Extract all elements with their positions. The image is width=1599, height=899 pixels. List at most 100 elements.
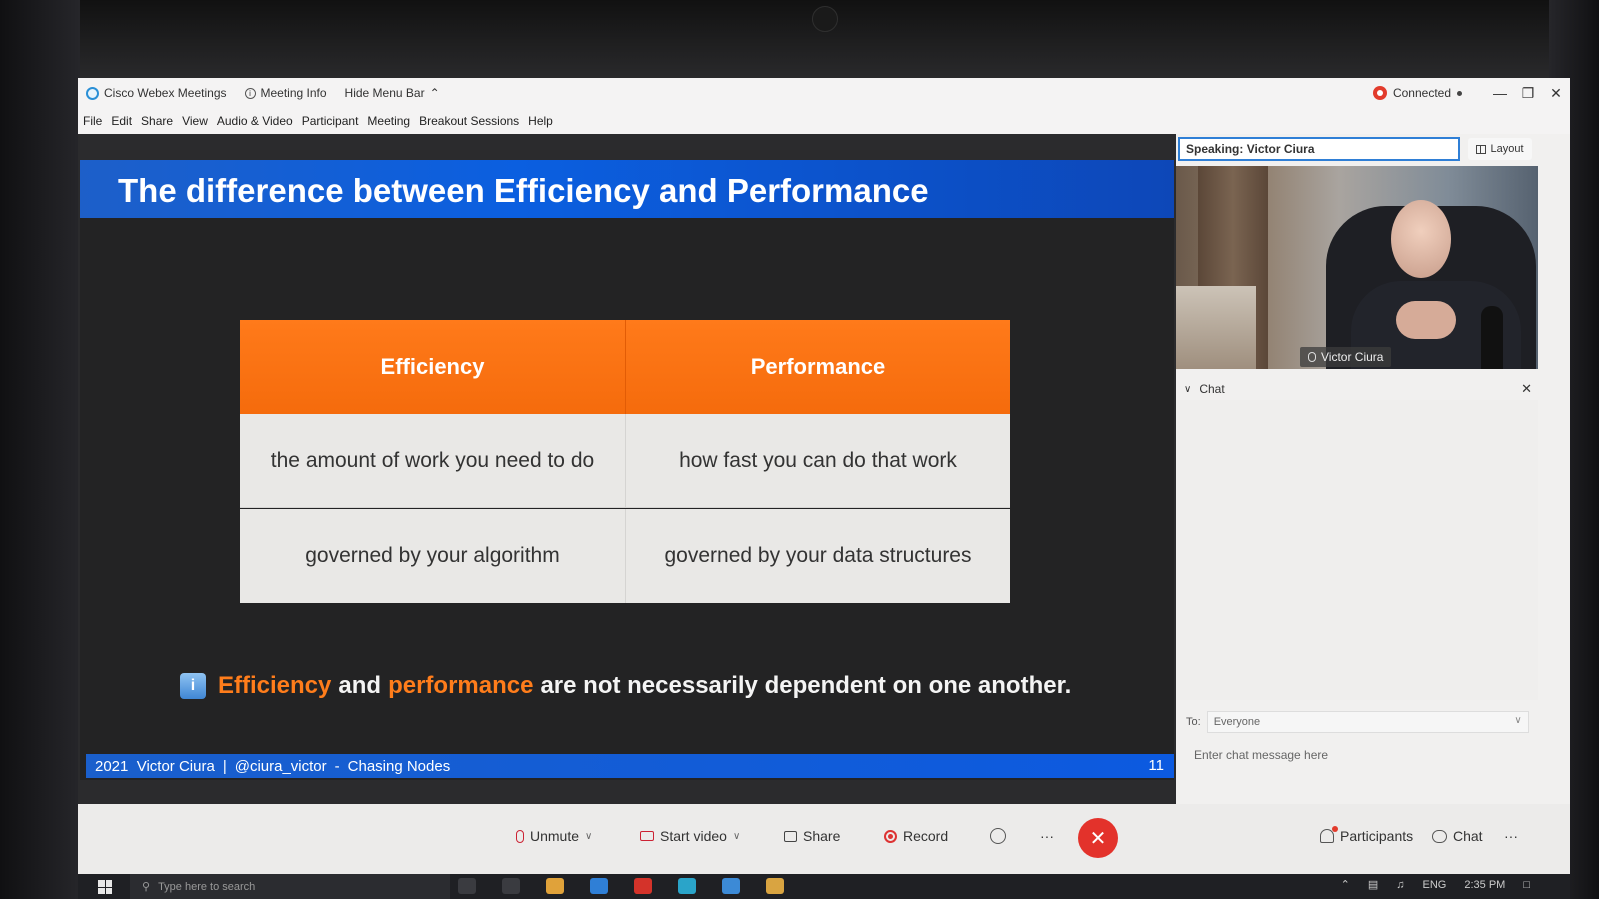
footer-separator: | [222, 757, 227, 775]
connection-status-icon [1372, 86, 1387, 100]
footer-year: 2021 [95, 757, 129, 775]
layout-button[interactable]: Layout [1468, 138, 1532, 160]
shared-content-area: The difference between Efficiency and Pe… [78, 134, 1176, 804]
speaker-video[interactable]: Victor Ciura [1176, 166, 1538, 369]
unmute-label: Unmute [530, 828, 580, 844]
file-explorer-icon[interactable] [766, 878, 784, 894]
menu-help[interactable]: Help [528, 114, 553, 128]
video-off-icon [640, 831, 654, 841]
webcam-icon [812, 6, 838, 32]
search-icon: ⚲ [142, 881, 151, 893]
windows-taskbar: ⚲ Type here to search ⌃ ▤ ♫ ENG 2:35 PM … [78, 874, 1570, 899]
record-label: Record [903, 828, 949, 844]
title-bar-right: Connected — ❐ ✕ [1372, 78, 1570, 108]
menu-breakout-sessions[interactable]: Breakout Sessions [419, 114, 519, 128]
language-indicator[interactable]: ENG [1423, 879, 1447, 891]
slide-page-number: 11 [1148, 757, 1164, 774]
connection-status[interactable]: Connected [1372, 86, 1462, 100]
taskbar-search-placeholder: Type here to search [158, 880, 256, 893]
participants-icon [1320, 826, 1338, 843]
video-name-tag: Victor Ciura [1300, 347, 1392, 367]
table-cell: governed by your algorithm [305, 544, 560, 567]
reactions-button[interactable] [990, 828, 1006, 844]
close-window-button[interactable]: ✕ [1542, 78, 1570, 108]
footer-handle: @ciura_victor [234, 757, 327, 775]
chevron-down-icon[interactable]: ∨ [1184, 384, 1191, 395]
webex-taskbar-icon[interactable] [722, 878, 740, 894]
hide-menu-bar-button[interactable]: Hide Menu Bar ⌃ [345, 86, 450, 100]
menu-file[interactable]: File [83, 114, 102, 128]
table-header-row: Efficiency Performance [240, 320, 1010, 414]
table-cell: the amount of work you need to do [270, 448, 595, 472]
close-chat-icon[interactable]: ✕ [1521, 381, 1532, 397]
unmute-button[interactable]: Unmute ∨ [516, 828, 592, 844]
notifications-icon[interactable]: □ [1523, 879, 1530, 891]
right-panel: Speaking: Victor Ciura Layout Victor Ciu… [1176, 134, 1570, 804]
footer-dash: - [334, 757, 340, 775]
chevron-down-icon[interactable]: ∨ [585, 831, 592, 842]
slide-note: i Efficiency and performance are not nec… [180, 672, 1078, 700]
end-meeting-button[interactable]: ✕ [1078, 818, 1118, 858]
active-speaker-box[interactable]: Speaking: Victor Ciura [1178, 137, 1460, 161]
chat-recipient-select[interactable]: Everyone ∨ [1206, 711, 1529, 733]
volume-icon[interactable]: ♫ [1396, 879, 1404, 891]
windows-start-icon[interactable] [98, 880, 112, 894]
comparison-table: Efficiency Performance the amount of wor… [240, 320, 1010, 603]
chat-icon [1432, 829, 1447, 843]
more-options-button[interactable]: ··· [1040, 828, 1054, 844]
slide-title-bar: The difference between Efficiency and Pe… [80, 160, 1174, 218]
chat-to-label: To: [1186, 716, 1201, 728]
chat-recipient-row: To: Everyone ∨ [1186, 710, 1536, 734]
network-icon[interactable]: ▤ [1368, 878, 1378, 891]
start-video-label: Start video [660, 828, 727, 844]
chevron-down-icon: ∨ [1514, 715, 1522, 726]
chevron-up-icon[interactable]: ⌃ [1341, 878, 1350, 891]
webex-window: Cisco Webex Meetings i Meeting Info Hide… [78, 78, 1570, 899]
microphone-icon [1308, 352, 1316, 362]
chevron-up-icon: ⌃ [429, 86, 440, 100]
chat-input[interactable]: Enter chat message here [1194, 748, 1328, 762]
chat-panel-title: Chat [1199, 382, 1225, 396]
footer-author: Victor Ciura [136, 757, 215, 775]
meeting-info-button[interactable]: i Meeting Info [244, 86, 337, 100]
menu-share[interactable]: Share [141, 114, 173, 128]
panel-overflow-button[interactable]: ··· [1504, 828, 1518, 844]
table-header-efficiency: Efficiency [380, 354, 485, 379]
participants-button[interactable]: Participants [1320, 826, 1414, 844]
task-view-icon[interactable] [458, 878, 476, 894]
menu-edit[interactable]: Edit [111, 114, 132, 128]
red-app-icon[interactable] [634, 878, 652, 894]
restore-button[interactable]: ❐ [1514, 78, 1542, 108]
menu-audio-video[interactable]: Audio & Video [217, 114, 293, 128]
info-icon: i [244, 87, 256, 99]
participants-label: Participants [1340, 828, 1414, 844]
chat-messages-area [1176, 400, 1538, 700]
menu-participant[interactable]: Participant [302, 114, 359, 128]
chat-button[interactable]: Chat [1432, 828, 1483, 844]
minimize-button[interactable]: — [1486, 78, 1514, 108]
status-indicator-icon [1457, 90, 1462, 96]
clock[interactable]: 2:35 PM [1464, 879, 1505, 891]
panel-overflow-label: ··· [1504, 828, 1518, 844]
share-button[interactable]: Share [784, 828, 840, 844]
emoji-icon [990, 828, 1006, 844]
taskbar-pinned-apps [458, 878, 784, 894]
menu-meeting[interactable]: Meeting [367, 114, 410, 128]
taskbar-search-input[interactable]: ⚲ Type here to search [130, 874, 450, 899]
chevron-down-icon[interactable]: ∨ [733, 831, 740, 842]
mail-icon[interactable] [590, 878, 608, 894]
video-background-lamp [1481, 306, 1503, 369]
calculator-icon[interactable] [502, 878, 520, 894]
record-button[interactable]: Record [884, 828, 948, 844]
table-row: governed by your algorithm governed by y… [240, 509, 1010, 603]
speaking-label: Speaking: [1186, 142, 1244, 156]
video-person-hands [1396, 301, 1456, 339]
more-options-label: ··· [1040, 828, 1054, 844]
start-video-button[interactable]: Start video ∨ [640, 828, 740, 844]
table-cell: how fast you can do that work [625, 414, 1010, 507]
chat-recipient-value: Everyone [1213, 716, 1261, 728]
browser-icon[interactable] [678, 878, 696, 894]
layout-icon [1476, 144, 1487, 154]
menu-view[interactable]: View [182, 114, 208, 128]
folder-app-icon[interactable] [546, 878, 564, 894]
